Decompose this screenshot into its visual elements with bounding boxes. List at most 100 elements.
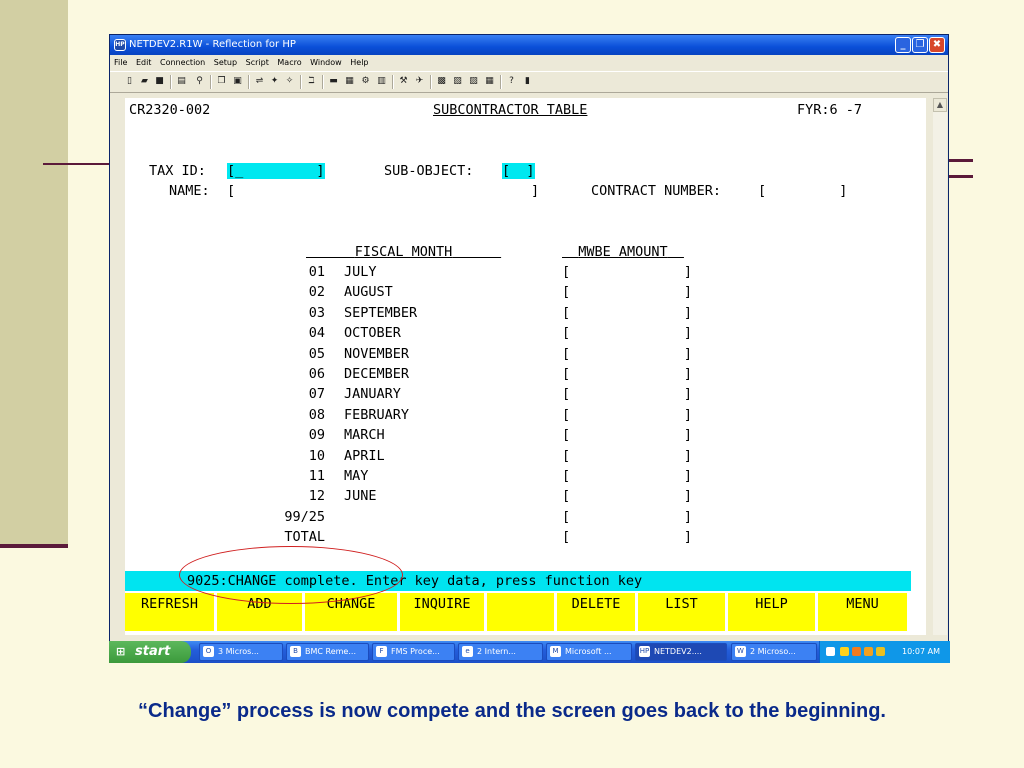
mwbe-amount-field[interactable]: [ ] — [562, 305, 692, 321]
menu-setup[interactable]: Setup — [214, 58, 237, 67]
refresh-key[interactable]: REFRESH — [125, 593, 217, 631]
toolbar: ▯ ▰ ■ ▤ ⚲ ❐ ▣ ⇌ ✦ ✧ ℶ ▬ ▦ ⚙ ▥ ⚒ ✈ ▩ ▧ ▨ … — [110, 71, 948, 93]
settings-icon[interactable]: ⚙ — [360, 76, 371, 87]
upload-icon[interactable]: ▥ — [376, 76, 387, 87]
macro-icon[interactable]: ℶ — [306, 76, 317, 87]
terminal-icon[interactable]: ▨ — [468, 76, 479, 87]
toolbar-separator — [322, 75, 324, 89]
book-icon[interactable]: ▮ — [522, 76, 533, 87]
menu-connection[interactable]: Connection — [160, 58, 205, 67]
row-number: 01 — [308, 264, 325, 280]
mwbe-amount-field[interactable]: [ ] — [562, 529, 692, 545]
name-field-open[interactable]: [ — [227, 183, 235, 199]
menu-key[interactable]: MENU — [818, 593, 910, 631]
toolbar-separator — [210, 75, 212, 89]
row-number: 05 — [308, 345, 325, 362]
row-number: 09 — [308, 427, 325, 444]
display-icon[interactable]: ▬ — [328, 76, 339, 87]
start-button[interactable]: ⊞ start — [109, 641, 191, 663]
row-month: MARCH — [344, 427, 385, 444]
tray-arrow-icon[interactable] — [826, 647, 835, 656]
taskbar-task[interactable]: HP NETDEV2.... — [635, 643, 727, 661]
tray-network-icon[interactable] — [876, 647, 885, 656]
print-screen-icon[interactable]: ▦ — [484, 76, 495, 87]
tools-icon[interactable]: ⚒ — [398, 76, 409, 87]
row-month: APRIL — [344, 447, 385, 464]
menu-macro[interactable]: Macro — [277, 58, 301, 67]
task-label: 3 Micros... — [218, 647, 259, 656]
fiscal-month-header: FISCAL MONTH — [306, 244, 501, 260]
new-icon[interactable]: ▯ — [124, 76, 135, 87]
taskbar-task[interactable]: M Microsoft ... — [546, 643, 632, 661]
window-icon[interactable]: ✈ — [414, 76, 425, 87]
menu-bar: File Edit Connection Setup Script Macro … — [110, 55, 948, 70]
row-number: 08 — [308, 406, 325, 423]
mwbe-amount-field[interactable]: [ ] — [562, 264, 692, 280]
name-field-close: ] — [531, 183, 540, 199]
row-number: 04 — [308, 325, 325, 342]
taskbar-task[interactable]: O 3 Micros... — [199, 643, 283, 661]
mwbe-amount-field[interactable]: [ ] — [562, 325, 692, 341]
blank-key[interactable] — [487, 593, 557, 631]
transfer-icon[interactable]: ✦ — [269, 76, 280, 87]
mwbe-amount-field[interactable]: [ ] — [562, 346, 692, 362]
window-titlebar[interactable]: HP NETDEV2.R1W - Reflection for HP _ ❐ ✖ — [110, 35, 948, 55]
save-icon[interactable]: ■ — [154, 76, 165, 87]
list-key[interactable]: LIST — [638, 593, 728, 631]
open-icon[interactable]: ▰ — [139, 76, 150, 87]
menu-window[interactable]: Window — [310, 58, 342, 67]
taskbar-task[interactable]: W 2 Microso... — [731, 643, 817, 661]
scroll-up-icon[interactable]: ▲ — [933, 98, 947, 112]
contract-number-field[interactable]: [ ] — [758, 183, 847, 199]
connect-icon[interactable]: ⇌ — [254, 76, 265, 87]
copy-icon[interactable]: ❐ — [216, 76, 227, 87]
find-icon[interactable]: ⚲ — [194, 76, 205, 87]
script-icon[interactable]: ▩ — [436, 76, 447, 87]
close-button[interactable]: ✖ — [929, 37, 945, 53]
help-key[interactable]: HELP — [728, 593, 818, 631]
tax-id-field[interactable]: [_ ] — [227, 163, 325, 179]
sub-object-field[interactable]: [ ] — [502, 163, 535, 179]
slide-divider-right-bottom — [948, 175, 973, 178]
tray-mail-icon[interactable] — [840, 647, 849, 656]
print-icon[interactable]: ▤ — [176, 76, 187, 87]
maximize-button[interactable]: ❐ — [912, 37, 928, 53]
delete-key[interactable]: DELETE — [557, 593, 638, 631]
tray-antivirus-icon[interactable] — [852, 647, 861, 656]
mwbe-amount-field[interactable]: [ ] — [562, 427, 692, 443]
menu-help[interactable]: Help — [350, 58, 368, 67]
row-number: 06 — [308, 366, 325, 382]
row-month: MAY — [344, 468, 369, 484]
help-cursor-icon[interactable]: ? — [506, 76, 517, 87]
row-month: SEPTEMBER — [344, 304, 418, 321]
menu-edit[interactable]: Edit — [136, 58, 152, 67]
mwbe-amount-field[interactable]: [ ] — [562, 509, 692, 525]
edit-icon[interactable]: ▧ — [452, 76, 463, 87]
mwbe-amount-field[interactable]: [ ] — [562, 488, 692, 504]
mwbe-amount-field[interactable]: [ ] — [562, 468, 692, 484]
menu-script[interactable]: Script — [246, 58, 269, 67]
mwbe-amount-field[interactable]: [ ] — [562, 407, 692, 423]
paste-icon[interactable]: ▣ — [232, 76, 243, 87]
contract-number-label: CONTRACT NUMBER: — [591, 183, 722, 199]
taskbar-task[interactable]: e 2 Intern... — [458, 643, 543, 661]
mwbe-amount-field[interactable]: [ ] — [562, 284, 692, 300]
vertical-scrollbar[interactable]: ▲ — [933, 98, 947, 635]
mwbe-amount-field[interactable]: [ ] — [562, 366, 692, 382]
mwbe-amount-header: MWBE AMOUNT — [562, 244, 684, 260]
receive-icon[interactable]: ✧ — [284, 76, 295, 87]
tray-update-icon[interactable] — [864, 647, 873, 656]
task-label: Microsoft ... — [565, 647, 612, 656]
mwbe-amount-field[interactable]: [ ] — [562, 386, 692, 402]
menu-file[interactable]: File — [114, 58, 127, 67]
toolbar-separator — [248, 75, 250, 89]
inquire-key[interactable]: INQUIRE — [400, 593, 487, 631]
mwbe-amount-field[interactable]: [ ] — [562, 448, 692, 464]
slide-divider-bottom — [0, 544, 68, 548]
task-app-icon: W — [735, 646, 746, 657]
keyboard-icon[interactable]: ▦ — [344, 76, 355, 87]
minimize-button[interactable]: _ — [895, 37, 911, 53]
taskbar-task[interactable]: F FMS Proce... — [372, 643, 455, 661]
taskbar-task[interactable]: B BMC Reme... — [286, 643, 369, 661]
row-number: 03 — [308, 304, 325, 321]
